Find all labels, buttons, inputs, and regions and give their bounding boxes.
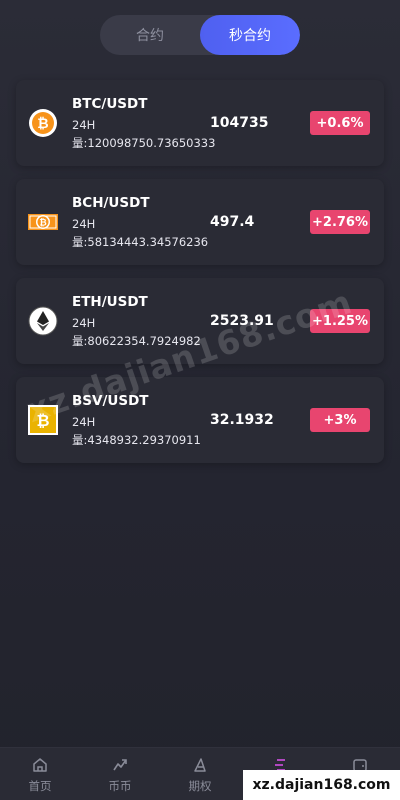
price-value: 32.1932	[210, 412, 274, 428]
volume-value: 量:80622354.7924982	[72, 334, 201, 348]
market-card-btc[interactable]: ₿ BTC/USDT 24H 量:120098750.73650333 1047…	[16, 80, 384, 166]
market-card-eth[interactable]: ETH/USDT 24H 量:80622354.7924982 2523.91 …	[16, 278, 384, 364]
bitcoin-cash-icon: ₿	[28, 214, 58, 230]
svg-text:₿: ₿	[37, 116, 48, 132]
ethereum-icon	[28, 306, 58, 336]
change-badge: +1.25%	[310, 309, 370, 333]
volume-value: 量:58134443.34576236	[72, 235, 209, 249]
nav-home[interactable]: 首页	[0, 748, 80, 800]
tab-second-contract[interactable]: 秒合约	[200, 15, 300, 55]
volume-value: 量:4348932.29370911	[72, 433, 201, 447]
corner-watermark: xz.dajian168.com	[243, 770, 400, 800]
period-label: 24H	[72, 118, 96, 132]
nav-spot[interactable]: 币币	[80, 748, 160, 800]
pair-name: BSV/USDT	[72, 393, 149, 409]
nav-options-label: 期权	[188, 779, 212, 793]
bitcoin-sv-icon: ₿	[28, 405, 58, 435]
change-badge: +2.76%	[310, 210, 370, 234]
bitcoin-icon: ₿	[29, 109, 57, 137]
period-label: 24H	[72, 316, 96, 330]
period-label: 24H	[72, 217, 96, 231]
tab-contract[interactable]: 合约	[100, 15, 200, 55]
svg-text:₿: ₿	[36, 411, 49, 430]
market-card-bch[interactable]: ₿ BCH/USDT 24H 量:58134443.34576236 497.4…	[16, 179, 384, 265]
nav-options[interactable]: 期权	[160, 748, 240, 800]
price-value: 2523.91	[210, 313, 274, 329]
price-value: 104735	[210, 115, 269, 131]
option-icon	[194, 758, 206, 772]
home-icon	[33, 758, 47, 772]
change-badge: +0.6%	[310, 111, 370, 135]
nav-spot-label: 币币	[108, 779, 132, 793]
pair-name: BCH/USDT	[72, 195, 150, 211]
pair-name: ETH/USDT	[72, 294, 148, 310]
volume-value: 量:120098750.73650333	[72, 136, 216, 150]
contract-type-tabs: 合约 秒合约	[100, 15, 300, 55]
market-card-bsv[interactable]: ₿ BSV/USDT 24H 量:4348932.29370911 32.193…	[16, 377, 384, 463]
price-value: 497.4	[210, 214, 255, 230]
trend-icon	[113, 759, 127, 771]
svg-text:₿: ₿	[39, 218, 46, 229]
period-label: 24H	[72, 415, 96, 429]
change-badge: +3%	[310, 408, 370, 432]
nav-home-label: 首页	[28, 779, 52, 793]
pair-name: BTC/USDT	[72, 96, 148, 112]
market-list: ₿ BTC/USDT 24H 量:120098750.73650333 1047…	[16, 80, 384, 476]
